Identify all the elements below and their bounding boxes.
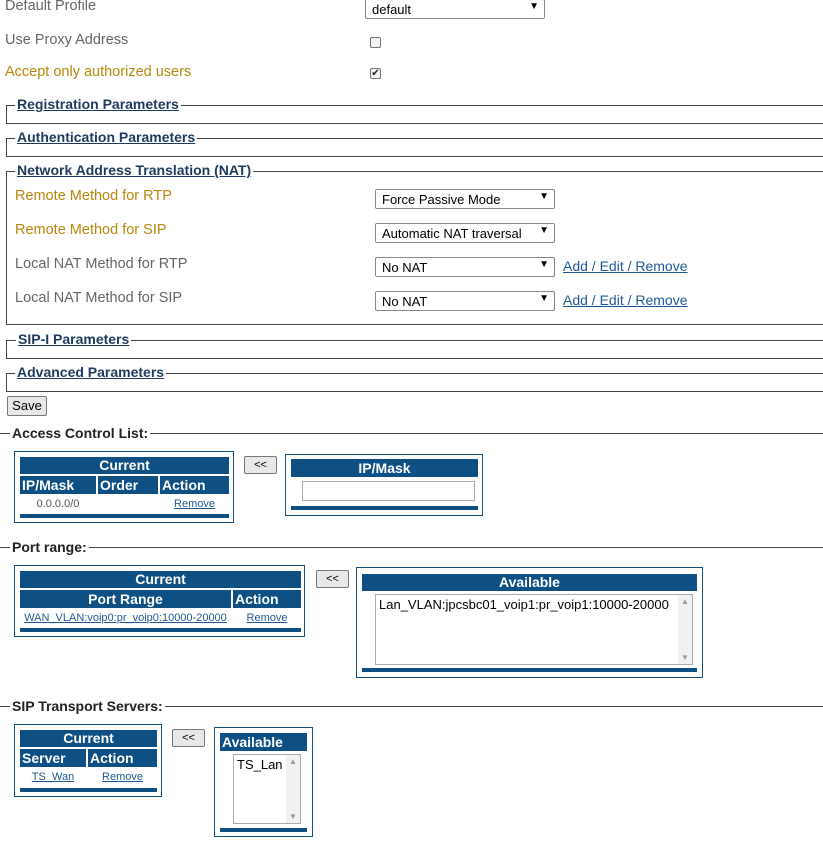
scroll-up-icon[interactable]: ▲ <box>681 597 689 606</box>
authentication-section-title[interactable]: Authentication Parameters <box>15 129 198 145</box>
rtp-local-select[interactable]: No NAT ▼ <box>375 257 555 277</box>
port-available-box: Available Lan_VLAN:jpcsbc01_voip1:pr_voi… <box>356 567 703 678</box>
sip-server-link[interactable]: TS_Wan <box>32 771 74 783</box>
sipi-border-bottom <box>6 358 823 359</box>
sip-col-server: Server <box>20 749 86 767</box>
acl-available-header: IP/Mask <box>291 459 478 477</box>
sip-current-box: Current Server Action TS_Wan Remove <box>14 724 162 797</box>
sip-remote-label: Remote Method for SIP <box>15 222 167 238</box>
port-list-scrollbar[interactable]: ▲ ▼ <box>678 595 692 664</box>
port-col-range: Port Range <box>20 590 231 608</box>
accept-auth-checkbox[interactable]: ✔ <box>370 68 381 79</box>
sipi-section-title[interactable]: SIP-I Parameters <box>16 331 132 347</box>
list-item[interactable]: Lan_VLAN:jpcsbc01_voip1:pr_voip1:10000-2… <box>379 597 689 612</box>
sip-local-select[interactable]: No NAT ▼ <box>375 291 555 311</box>
rtp-remote-label: Remote Method for RTP <box>15 188 172 204</box>
rtp-local-edit-link[interactable]: Add / Edit / Remove <box>563 258 688 274</box>
acl-move-button[interactable]: << <box>244 456 277 474</box>
rtp-local-value: No NAT <box>382 260 428 275</box>
checkmark-icon: ✔ <box>371 68 380 79</box>
acl-remove-link[interactable]: Remove <box>174 498 215 510</box>
acl-col-action: Action <box>160 476 229 494</box>
default-profile-select[interactable]: default ▼ <box>365 0 545 19</box>
sip-available-header: Available <box>220 733 307 751</box>
chevron-down-icon: ▼ <box>539 225 549 236</box>
port-remove-link[interactable]: Remove <box>247 612 288 624</box>
scroll-down-icon[interactable]: ▼ <box>289 812 297 821</box>
accept-auth-label: Accept only authorized users <box>5 64 192 80</box>
acl-col-ipmask: IP/Mask <box>20 476 96 494</box>
authentication-border-bottom <box>6 156 823 157</box>
nat-section-title[interactable]: Network Address Translation (NAT) <box>15 162 254 178</box>
acl-available-box: IP/Mask <box>285 454 483 516</box>
sip-remote-value: Automatic NAT traversal <box>382 226 522 241</box>
use-proxy-label: Use Proxy Address <box>5 32 129 48</box>
sip-remote-select[interactable]: Automatic NAT traversal ▼ <box>375 223 555 243</box>
scroll-down-icon[interactable]: ▼ <box>681 653 689 662</box>
use-proxy-checkbox[interactable] <box>370 37 381 48</box>
sip-remove-link[interactable]: Remove <box>102 771 143 783</box>
registration-border-left <box>6 105 7 123</box>
port-col-action: Action <box>233 590 301 608</box>
registration-section-title[interactable]: Registration Parameters <box>15 96 181 112</box>
sip-available-list[interactable]: TS_Lan ▲ ▼ <box>233 754 301 824</box>
nat-border-bottom <box>6 324 823 325</box>
acl-col-order: Order <box>98 476 158 494</box>
sip-col-action: Action <box>88 749 157 767</box>
save-button[interactable]: Save <box>7 396 47 416</box>
nat-border-left <box>6 171 7 324</box>
acl-current-box: Current IP/Mask Order Action 0.0.0.0/0 R… <box>14 451 234 523</box>
acl-available-footer <box>291 506 478 510</box>
rtp-remote-value: Force Passive Mode <box>382 192 501 207</box>
default-profile-label: Default Profile <box>5 0 97 14</box>
sip-transport-section-title: SIP Transport Servers: <box>10 698 165 714</box>
registration-border-bottom <box>6 123 823 124</box>
port-current-footer <box>20 628 301 632</box>
port-border-top <box>0 547 823 548</box>
port-available-header: Available <box>362 574 697 591</box>
sip-list-scrollbar[interactable]: ▲ ▼ <box>286 755 300 823</box>
authentication-border-left <box>6 138 7 156</box>
port-current-box: Current Port Range Action WAN_VLAN:voip0… <box>14 565 305 637</box>
sip-available-footer <box>220 828 307 832</box>
port-current-header: Current <box>20 571 301 588</box>
port-available-footer <box>362 668 697 672</box>
sip-current-footer <box>20 788 157 792</box>
chevron-down-icon: ▼ <box>539 191 549 202</box>
scroll-up-icon[interactable]: ▲ <box>289 757 297 766</box>
acl-current-footer <box>20 514 229 518</box>
advanced-border-left <box>6 373 7 391</box>
sip-move-button[interactable]: << <box>172 729 205 747</box>
sip-local-label: Local NAT Method for SIP <box>15 290 183 306</box>
chevron-down-icon: ▼ <box>539 293 549 304</box>
sip-current-header: Current <box>20 730 157 747</box>
port-section-title: Port range: <box>10 539 89 555</box>
rtp-local-label: Local NAT Method for RTP <box>15 256 188 272</box>
advanced-border-bottom <box>6 391 823 392</box>
acl-current-header: Current <box>20 457 229 474</box>
default-profile-value: default <box>372 2 412 17</box>
port-range-link[interactable]: WAN_VLAN:voip0:pr_voip0:10000-20000 <box>24 612 227 624</box>
sip-local-edit-link[interactable]: Add / Edit / Remove <box>563 292 688 308</box>
sip-local-value: No NAT <box>382 294 428 309</box>
port-available-list[interactable]: Lan_VLAN:jpcsbc01_voip1:pr_voip1:10000-2… <box>375 594 693 665</box>
acl-section-title: Access Control List: <box>10 425 151 441</box>
sip-available-box: Available TS_Lan ▲ ▼ <box>214 727 313 837</box>
acl-row-ip: 0.0.0.0/0 <box>36 498 80 510</box>
acl-ipmask-input[interactable] <box>302 481 475 501</box>
rtp-remote-select[interactable]: Force Passive Mode ▼ <box>375 189 555 209</box>
chevron-down-icon: ▼ <box>529 1 539 12</box>
chevron-down-icon: ▼ <box>539 259 549 270</box>
sipi-border-left <box>6 340 7 358</box>
port-move-button[interactable]: << <box>316 570 349 588</box>
advanced-section-title[interactable]: Advanced Parameters <box>15 364 167 380</box>
